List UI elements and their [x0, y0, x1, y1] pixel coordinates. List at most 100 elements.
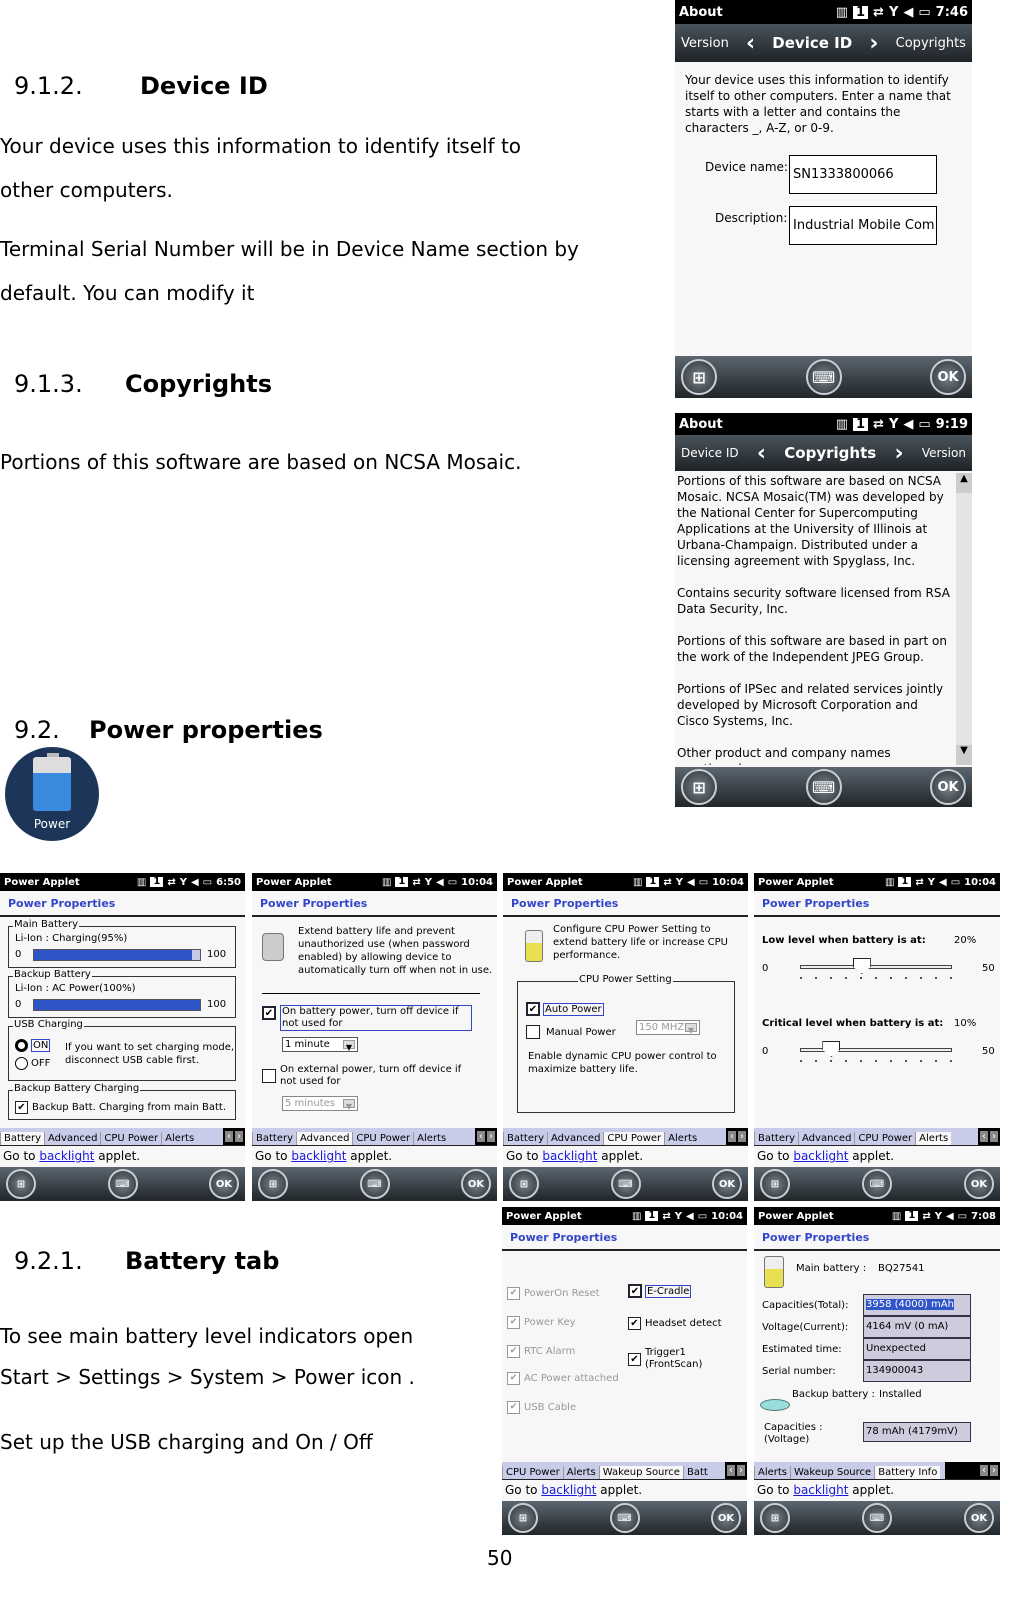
usb-off-radio[interactable]: OFF	[15, 1057, 50, 1070]
keyboard-button[interactable]: ⌨	[359, 1169, 390, 1199]
tab-advanced[interactable]: Advanced	[44, 1132, 100, 1145]
ok-button[interactable]: OK	[209, 1169, 239, 1199]
tab-scroll-right-icon[interactable]: ›	[737, 1465, 745, 1476]
tab-alerts[interactable]: Alerts	[413, 1132, 449, 1145]
wakeup-option-usb-cable[interactable]: ✔ USB Cable	[507, 1401, 619, 1414]
ok-button[interactable]: OK	[930, 769, 966, 805]
tab-wakeup-source[interactable]: Wakeup Source	[790, 1466, 874, 1479]
tab-battery[interactable]: Battery	[252, 1132, 296, 1145]
windows-start-button[interactable]: ⊞	[6, 1169, 36, 1199]
low-level-slider[interactable]	[800, 958, 952, 974]
wakeup-option-ac-power[interactable]: ✔ AC Power attached	[507, 1372, 619, 1385]
manual-power-checkbox[interactable]: Manual Power	[526, 1025, 616, 1039]
backlight-link[interactable]: backlight	[793, 1483, 848, 1497]
tab-battery-info[interactable]: Battery Info	[874, 1466, 941, 1479]
wakeup-option-trigger1[interactable]: ✔ Trigger1 (FrontScan)	[628, 1347, 715, 1371]
keyboard-button[interactable]: ⌨	[610, 1169, 641, 1199]
tab-alerts[interactable]: Alerts	[161, 1132, 197, 1145]
nav-prev-tab[interactable]: Device ID	[681, 446, 739, 460]
tab-scroll-right-icon[interactable]: ›	[235, 1131, 243, 1142]
battery-timeout-select[interactable]: 1 minute ▼	[282, 1037, 358, 1052]
scroll-down-icon[interactable]: ▼	[956, 745, 972, 765]
wakeup-option-e-cradle[interactable]: ✔ E-Cradle	[628, 1284, 692, 1298]
chevron-right-icon[interactable]: ›	[894, 441, 903, 466]
tab-alerts[interactable]: Alerts	[754, 1466, 790, 1479]
external-power-checkbox[interactable]	[262, 1069, 276, 1083]
cpu-frequency-select[interactable]: 150 MHZ ▼	[636, 1020, 700, 1035]
scroll-up-icon[interactable]: ▲	[956, 473, 972, 493]
tab-alerts[interactable]: Alerts	[915, 1132, 952, 1145]
scrollbar[interactable]: ▲ ▼	[956, 473, 972, 765]
tab-advanced[interactable]: Advanced	[296, 1132, 353, 1145]
tab-scroll-right-icon[interactable]: ›	[990, 1131, 998, 1142]
windows-start-button[interactable]: ⊞	[258, 1169, 288, 1199]
ok-button[interactable]: OK	[711, 1503, 741, 1533]
auto-power-checkbox[interactable]: ✔ Auto Power	[526, 1002, 604, 1016]
battery-power-checkbox[interactable]: ✔	[262, 1006, 276, 1020]
chevron-left-icon[interactable]: ‹	[746, 31, 755, 56]
backlight-link[interactable]: backlight	[291, 1149, 346, 1163]
tab-scroll-right-icon[interactable]: ›	[990, 1465, 998, 1476]
ok-button[interactable]: OK	[930, 359, 966, 395]
tab-advanced[interactable]: Advanced	[798, 1132, 854, 1145]
slider-thumb[interactable]	[822, 1041, 841, 1057]
critical-level-slider[interactable]	[800, 1041, 952, 1057]
tab-battery[interactable]: Battery	[0, 1132, 45, 1145]
tab-alerts[interactable]: Alerts	[562, 1466, 599, 1479]
wakeup-option-power-key[interactable]: ✔ Power Key	[507, 1316, 619, 1329]
tab-cpu-power[interactable]: CPU Power	[603, 1132, 665, 1145]
ok-button[interactable]: OK	[964, 1503, 994, 1533]
wakeup-option-headset[interactable]: ✔ Headset detect	[628, 1317, 722, 1330]
keyboard-button[interactable]: ⌨	[107, 1169, 138, 1199]
tab-cpu-power[interactable]: CPU Power	[352, 1132, 413, 1145]
tab-scroll-left-icon[interactable]: ‹	[980, 1465, 988, 1476]
keyboard-button[interactable]: ⌨	[862, 1169, 892, 1199]
keyboard-button[interactable]: ⌨	[805, 769, 842, 805]
tab-scroll-right-icon[interactable]: ›	[487, 1131, 495, 1142]
tab-cpu-power[interactable]: CPU Power	[854, 1132, 915, 1145]
keyboard-button[interactable]: ⌨	[805, 359, 842, 395]
tab-scroll-left-icon[interactable]: ‹	[477, 1131, 485, 1142]
chevron-right-icon[interactable]: ›	[869, 31, 878, 56]
tab-battery[interactable]: Battery	[754, 1132, 798, 1145]
wakeup-option-rtc-alarm[interactable]: ✔ RTC Alarm	[507, 1345, 619, 1358]
windows-start-button[interactable]: ⊞	[760, 1169, 790, 1199]
windows-start-button[interactable]: ⊞	[509, 1169, 539, 1199]
nav-next-tab[interactable]: Version	[922, 446, 966, 460]
device-name-input[interactable]: SN1333800066	[789, 155, 937, 194]
backlight-link[interactable]: backlight	[542, 1149, 597, 1163]
ok-button[interactable]: OK	[461, 1169, 491, 1199]
tab-alerts[interactable]: Alerts	[664, 1132, 700, 1145]
backlight-link[interactable]: backlight	[39, 1149, 94, 1163]
tab-battery[interactable]: Battery	[503, 1132, 547, 1145]
backlight-link[interactable]: backlight	[541, 1483, 596, 1497]
tab-cpu-power[interactable]: CPU Power	[100, 1132, 161, 1145]
windows-start-button[interactable]: ⊞	[681, 769, 717, 805]
description-input[interactable]: Industrial Mobile Com	[789, 206, 937, 245]
nav-prev-tab[interactable]: Version	[681, 36, 729, 51]
external-timeout-select[interactable]: 5 minutes ▼	[282, 1096, 358, 1111]
ok-button[interactable]: OK	[964, 1169, 994, 1199]
tab-scroll-left-icon[interactable]: ‹	[727, 1465, 735, 1476]
tab-scroll-left-icon[interactable]: ‹	[980, 1131, 988, 1142]
tab-cpu-power[interactable]: CPU Power	[502, 1466, 563, 1479]
wakeup-option-poweron-reset[interactable]: ✔ PowerOn Reset	[507, 1287, 619, 1300]
windows-start-button[interactable]: ⊞	[681, 359, 717, 395]
keyboard-button[interactable]: ⌨	[609, 1503, 640, 1533]
tab-scroll-left-icon[interactable]: ‹	[225, 1131, 233, 1142]
tab-wakeup-source[interactable]: Wakeup Source	[598, 1466, 683, 1479]
tab-scroll-left-icon[interactable]: ‹	[728, 1131, 736, 1142]
windows-start-button[interactable]: ⊞	[760, 1503, 790, 1533]
usb-on-radio[interactable]: ON	[15, 1039, 51, 1052]
backup-charging-checkbox[interactable]: ✔ Backup Batt. Charging from main Batt.	[15, 1101, 226, 1114]
slider-thumb[interactable]	[852, 958, 871, 974]
tab-advanced[interactable]: Advanced	[547, 1132, 603, 1145]
tab-scroll-right-icon[interactable]: ›	[738, 1131, 746, 1142]
keyboard-button[interactable]: ⌨	[862, 1503, 892, 1533]
windows-start-button[interactable]: ⊞	[508, 1503, 538, 1533]
tab-battery-info[interactable]: Batt	[682, 1466, 711, 1479]
ok-button[interactable]: OK	[712, 1169, 742, 1199]
nav-next-tab[interactable]: Copyrights	[896, 36, 966, 51]
backlight-link[interactable]: backlight	[793, 1149, 848, 1163]
chevron-left-icon[interactable]: ‹	[757, 441, 766, 466]
